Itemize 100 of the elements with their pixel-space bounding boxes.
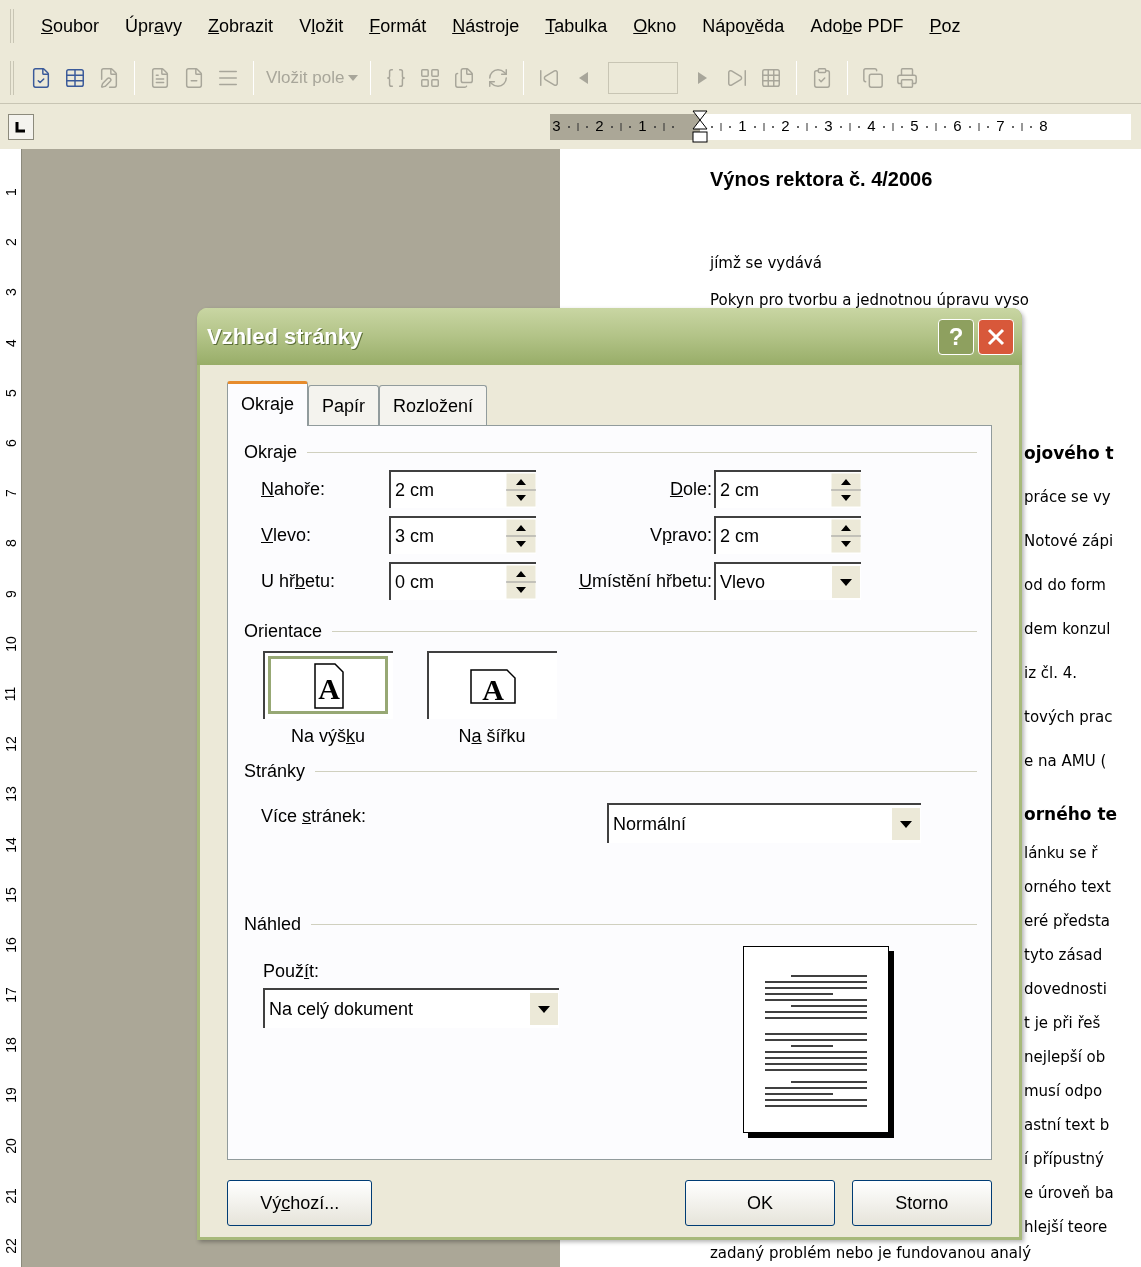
ruler-number: 22	[3, 1238, 18, 1254]
spin-arrows-icon[interactable]	[831, 519, 861, 553]
ruler-number: 7	[3, 489, 18, 498]
refresh-icon[interactable]	[487, 66, 510, 89]
table-icon[interactable]	[64, 66, 86, 89]
tab-stop-icon[interactable]	[8, 113, 34, 140]
field-label: Nahoře:	[261, 477, 327, 501]
menu-item[interactable]: Formát	[356, 12, 440, 40]
spin-field[interactable]: 2 cm	[714, 470, 861, 508]
ruler-number: 10	[3, 636, 18, 652]
spin-arrows-icon[interactable]	[506, 519, 536, 553]
dropdown-field[interactable]: Na celý dokument	[263, 988, 559, 1028]
ruler-number: 16	[3, 937, 18, 953]
menu-item[interactable]: Soubor	[28, 12, 113, 40]
close-button[interactable]	[978, 318, 1014, 355]
section-heading: orného te	[1024, 803, 1119, 826]
close-icon	[986, 326, 1006, 347]
menu-item[interactable]: Vložit	[286, 12, 357, 40]
menu-item[interactable]: Nástroje	[439, 12, 533, 40]
field-label: Umístění hřbetu:	[577, 569, 713, 593]
field-label: U hřbetu:	[261, 569, 337, 593]
indent-marker-icon[interactable]	[691, 109, 709, 144]
menu-item[interactable]: Úpravy	[112, 12, 196, 40]
spin-field[interactable]: 0 cm	[389, 562, 536, 600]
ruler-number: 3	[823, 116, 834, 137]
cancel-button[interactable]: Storno	[851, 1180, 992, 1226]
text-line: orného text	[1024, 877, 1112, 898]
menu-item[interactable]: Okno	[620, 12, 690, 40]
print-merge-icon[interactable]	[896, 66, 919, 89]
ruler-number: 15	[3, 886, 18, 903]
ruler-number: 20	[3, 1137, 18, 1154]
spin-arrows-icon[interactable]	[831, 473, 861, 507]
group-title: Náhled	[244, 912, 302, 936]
text-line: tových prac	[1024, 707, 1114, 728]
tab[interactable]: Okraje	[227, 381, 308, 426]
text-line: od do form	[1024, 575, 1107, 596]
ruler-number: 14	[3, 836, 18, 853]
text-line: dem konzul	[1024, 619, 1112, 640]
ruler-number: 3	[551, 116, 562, 137]
menu-item[interactable]: Poz	[916, 12, 974, 40]
document-check-icon[interactable]	[30, 66, 52, 89]
text-line: astní text b	[1024, 1115, 1111, 1136]
spin-field[interactable]: 3 cm	[389, 516, 536, 554]
text-line: lánku se ř	[1024, 843, 1099, 864]
orientation-option[interactable]: A	[263, 651, 393, 719]
spin-field[interactable]: 2 cm	[714, 516, 861, 554]
tab[interactable]: Papír	[308, 385, 380, 425]
dropdown-button[interactable]	[831, 565, 861, 599]
grid-icon[interactable]	[419, 66, 442, 89]
ruler-number: 5	[909, 116, 920, 137]
text-line: zadaný problém nebo je fundovanou analý	[710, 1244, 1033, 1262]
text-line: e na AMU (	[1024, 751, 1108, 772]
merge-documents-icon[interactable]	[862, 66, 885, 89]
spin-field[interactable]: 2 cm	[389, 470, 536, 508]
ruler-number: 19	[3, 1087, 18, 1104]
braces-icon[interactable]	[385, 66, 408, 89]
text-line: í přípustný	[1024, 1149, 1105, 1170]
tab[interactable]: Rozložení	[379, 385, 488, 425]
menu-item[interactable]: Nápověda	[689, 12, 798, 40]
group-title: Stránky	[244, 759, 306, 783]
orientation-option[interactable]: A	[427, 651, 557, 719]
ruler-number: 8	[3, 539, 18, 548]
dropdown-field[interactable]: Normální	[607, 803, 921, 843]
ruler-number: 7	[995, 116, 1006, 137]
document-icon[interactable]	[149, 66, 171, 89]
ruler-number: 9	[3, 589, 18, 598]
default-button[interactable]: Výchozí...	[227, 1180, 373, 1226]
ruler-number: 1	[3, 188, 18, 196]
spin-arrows-icon[interactable]	[506, 565, 536, 599]
ruler-number: 2	[594, 116, 605, 137]
dropdown-button[interactable]	[891, 807, 921, 841]
text-line: nejlepší ob	[1024, 1047, 1107, 1068]
text-line: tyto zásad	[1024, 945, 1104, 966]
dropdown-button[interactable]	[529, 992, 559, 1026]
spin-arrows-icon[interactable]	[506, 473, 536, 507]
find-record-icon[interactable]	[760, 66, 783, 89]
ruler-number: 4	[866, 116, 877, 137]
document-edit-icon[interactable]	[98, 66, 120, 89]
ruler-number: 12	[3, 736, 18, 752]
ruler-number: 11	[3, 686, 18, 702]
field-label: Vpravo:	[648, 523, 713, 547]
ok-button[interactable]: OK	[685, 1180, 835, 1226]
documents-icon[interactable]	[453, 66, 476, 89]
group-title: Orientace	[244, 619, 323, 643]
field-label: Více stránek:	[261, 805, 368, 828]
ruler-number: 6	[952, 116, 963, 137]
ruler-number: 8	[1038, 116, 1049, 137]
dropdown-field[interactable]: Vlevo	[714, 562, 861, 600]
ruler-number: 1	[637, 116, 648, 137]
ruler-number: 2	[780, 116, 791, 137]
document-minus-icon[interactable]	[183, 66, 205, 89]
text-line: jímž se vydává	[710, 253, 823, 274]
section-heading: ojového t	[1024, 442, 1115, 465]
text-line: eré předsta	[1024, 911, 1112, 932]
menu-item[interactable]: Zobrazit	[195, 12, 287, 40]
text-line: t je při řeš	[1024, 1013, 1102, 1034]
dialog-title: Vzhled stránky	[207, 323, 364, 351]
menu-item[interactable]: Adobe PDF	[797, 12, 917, 40]
menu-item[interactable]: Tabulka	[532, 12, 621, 40]
record-number-field[interactable]	[608, 61, 679, 94]
